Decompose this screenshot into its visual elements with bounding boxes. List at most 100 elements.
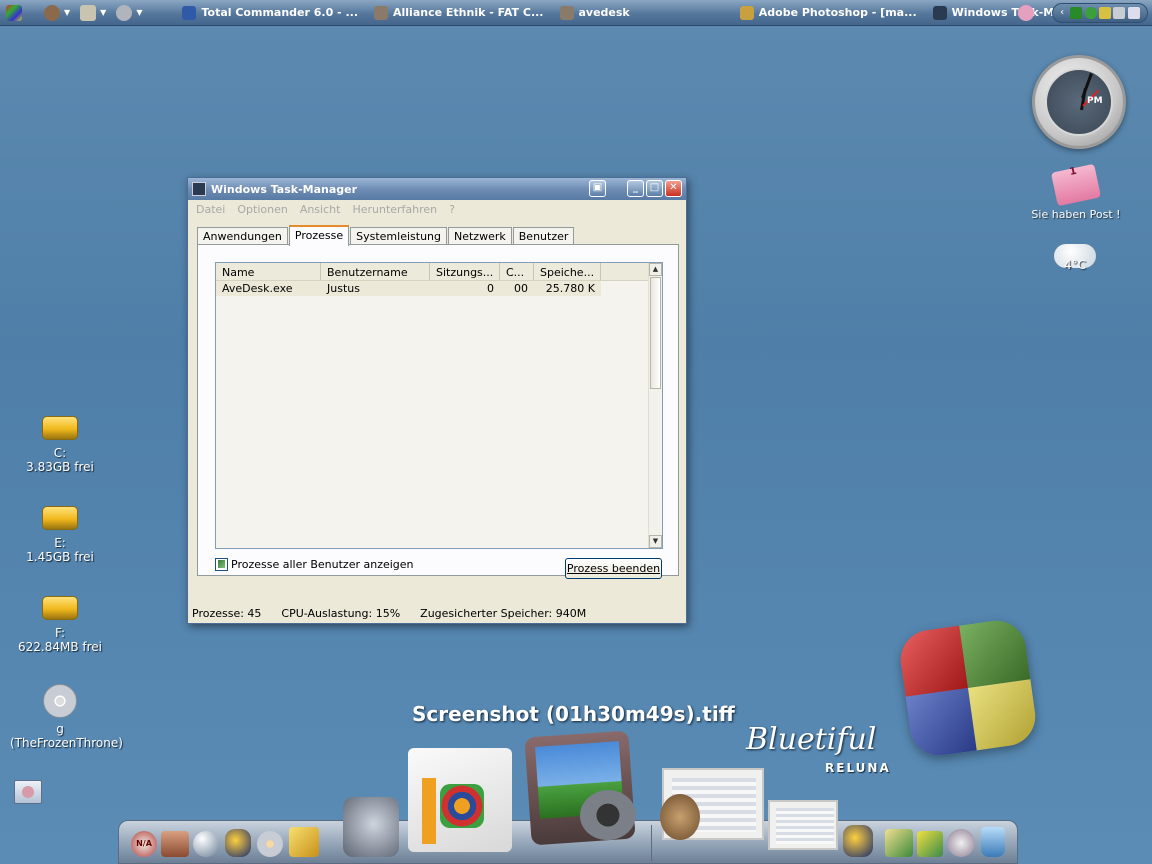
sphere-icon[interactable] — [193, 831, 219, 857]
package-box-icon[interactable] — [408, 748, 512, 852]
drive-name: E: — [54, 536, 66, 550]
tab-prozesse[interactable]: Prozesse — [288, 225, 350, 246]
dropdown-arrow-icon[interactable]: ▼ — [100, 8, 106, 17]
window-titlebar[interactable]: Windows Task-Manager — [188, 178, 686, 200]
dock-caption: Screenshot (01h30m49s).tiff — [412, 702, 735, 726]
feather-icon[interactable] — [1099, 7, 1112, 19]
top-taskbar: ▼ ▼ ▼ Total Commander 6.0 - ... Alliance… — [0, 0, 1152, 26]
house-icon[interactable] — [161, 831, 189, 857]
start-icon[interactable] — [6, 4, 22, 21]
taskbar-task-total-commander[interactable]: Total Commander 6.0 - ... — [176, 3, 364, 23]
dropdown-arrow-icon[interactable]: ▼ — [136, 8, 142, 17]
drive-free: (TheFrozenThrone) — [10, 736, 123, 750]
drive-f-icon-group[interactable]: F: 622.84MB frei — [10, 596, 110, 654]
status-cpu: CPU-Auslastung: 15% — [281, 606, 401, 620]
cd-rom-icon — [43, 684, 77, 718]
drive-c-icon-group[interactable]: C: 3.83GB frei — [10, 416, 110, 474]
minimize-button[interactable]: _ — [627, 180, 644, 197]
tab-anwendungen[interactable]: Anwendungen — [197, 227, 288, 245]
vertical-scrollbar[interactable]: ▲ ▼ — [648, 263, 662, 548]
tab-benutzer[interactable]: Benutzer — [512, 227, 575, 245]
maximize-button[interactable]: □ — [646, 180, 663, 197]
close-button[interactable]: ✕ — [665, 180, 682, 197]
window-thumbnail-2[interactable] — [768, 800, 838, 850]
show-all-processes-checkbox[interactable]: Prozesse aller Benutzer anzeigen — [215, 558, 414, 571]
shield-icon[interactable] — [225, 829, 251, 857]
tab-netzwerk[interactable]: Netzwerk — [448, 227, 512, 245]
column-header-memory[interactable]: Speiche... — [534, 263, 601, 280]
drive-e-icon-group[interactable]: E: 1.45GB frei — [10, 506, 110, 564]
small-desklet-icon[interactable] — [14, 780, 42, 804]
processes-panel: Name Benutzername Sitzungs... C... Speic… — [197, 244, 679, 576]
cell-user: Justus — [327, 282, 360, 295]
gear-icon[interactable] — [116, 4, 133, 21]
end-process-button[interactable]: Prozess beenden — [565, 558, 662, 579]
column-header-session[interactable]: Sitzungs... — [430, 263, 500, 280]
process-list[interactable]: Name Benutzername Sitzungs... C... Speic… — [215, 262, 663, 549]
system-tray: ‹ — [1052, 3, 1148, 23]
menu-ansicht[interactable]: Ansicht — [300, 203, 341, 216]
photoshop-icon — [739, 5, 754, 20]
hard-drive-icon — [42, 596, 78, 620]
drive-free: 622.84MB frei — [18, 640, 102, 654]
hard-drive-icon — [42, 416, 78, 440]
column-header-name[interactable]: Name — [216, 263, 321, 280]
taskbar-task-alliance[interactable]: Alliance Ethnik - FAT C... — [368, 3, 550, 23]
status-processes: Prozesse: 45 — [192, 606, 262, 620]
drive-g-icon-group[interactable]: g (TheFrozenThrone) — [10, 684, 123, 750]
status-memory: Zugesicherter Speicher: 940M — [420, 606, 587, 620]
drive-name: F: — [54, 626, 65, 640]
window-title: Windows Task-Manager — [211, 182, 358, 196]
tab-systemleistung[interactable]: Systemleistung — [350, 227, 447, 245]
monitor-icon — [192, 182, 206, 196]
clock-widget[interactable]: PM — [1032, 55, 1126, 149]
drive-name: g — [56, 722, 64, 736]
pink-blob-icon[interactable] — [1018, 5, 1034, 21]
cell-memory: 25.780 K — [545, 282, 595, 295]
thumbnail-content — [776, 808, 834, 844]
cell-name: AveDesk.exe — [222, 282, 293, 295]
scroll-thumb[interactable] — [650, 277, 661, 389]
speaker-icon[interactable] — [343, 797, 399, 857]
tools-icon[interactable] — [44, 4, 60, 21]
cd-icon[interactable] — [257, 831, 283, 857]
satellite-icon[interactable] — [1113, 7, 1126, 19]
na-badge-icon[interactable]: N/A — [131, 831, 157, 857]
scroll-up-icon[interactable]: ▲ — [649, 263, 662, 276]
speaker-icon[interactable] — [1127, 7, 1140, 19]
window-thumbnail-1[interactable] — [660, 768, 764, 840]
photo-viewer-icon[interactable] — [524, 730, 638, 846]
menu-help[interactable]: ? — [449, 203, 455, 216]
weather-widget[interactable]: 4°C — [1050, 244, 1100, 272]
checkbox-checked-icon[interactable] — [215, 558, 228, 571]
brand-subtitle: RELUNA — [825, 761, 891, 775]
pencil-icon[interactable] — [885, 829, 913, 857]
show-all-processes-label: Prozesse aller Benutzer anzeigen — [231, 558, 414, 571]
clock-icon[interactable] — [947, 829, 975, 857]
chevron-left-icon[interactable]: ‹ — [1060, 7, 1068, 19]
list-header: Name Benutzername Sitzungs... C... Speic… — [216, 263, 662, 281]
cell-cpu: 00 — [514, 282, 528, 295]
trash-icon[interactable] — [981, 827, 1005, 857]
gem-icon[interactable] — [917, 831, 943, 857]
folder-icon[interactable] — [843, 825, 873, 857]
menu-optionen[interactable]: Optionen — [237, 203, 287, 216]
scroll-down-icon[interactable]: ▼ — [649, 535, 662, 548]
drive-name: C: — [53, 446, 67, 460]
dropdown-arrow-icon[interactable]: ▼ — [64, 8, 70, 17]
mail-widget[interactable]: 1 Sie haben Post ! — [1020, 163, 1132, 221]
restore-icon[interactable]: ▣ — [589, 180, 606, 197]
globe-icon[interactable] — [1084, 7, 1097, 19]
column-header-cpu[interactable]: C... — [500, 263, 534, 280]
menu-herunterfahren[interactable]: Herunterfahren — [352, 203, 437, 216]
table-row[interactable]: AveDesk.exe Justus 0 00 25.780 K — [216, 281, 601, 296]
taskbar-task-avedesk[interactable]: avedesk — [554, 3, 636, 23]
memory-icon[interactable] — [1070, 7, 1083, 19]
hexagon-logo-icon — [440, 784, 484, 828]
menu-datei[interactable]: Datei — [196, 203, 225, 216]
hard-drive-icon — [42, 506, 78, 530]
pencil-icon[interactable] — [80, 4, 97, 21]
lightning-icon[interactable] — [289, 827, 319, 857]
column-header-user[interactable]: Benutzername — [321, 263, 430, 280]
taskbar-task-photoshop[interactable]: Adobe Photoshop - [ma... — [734, 3, 923, 23]
